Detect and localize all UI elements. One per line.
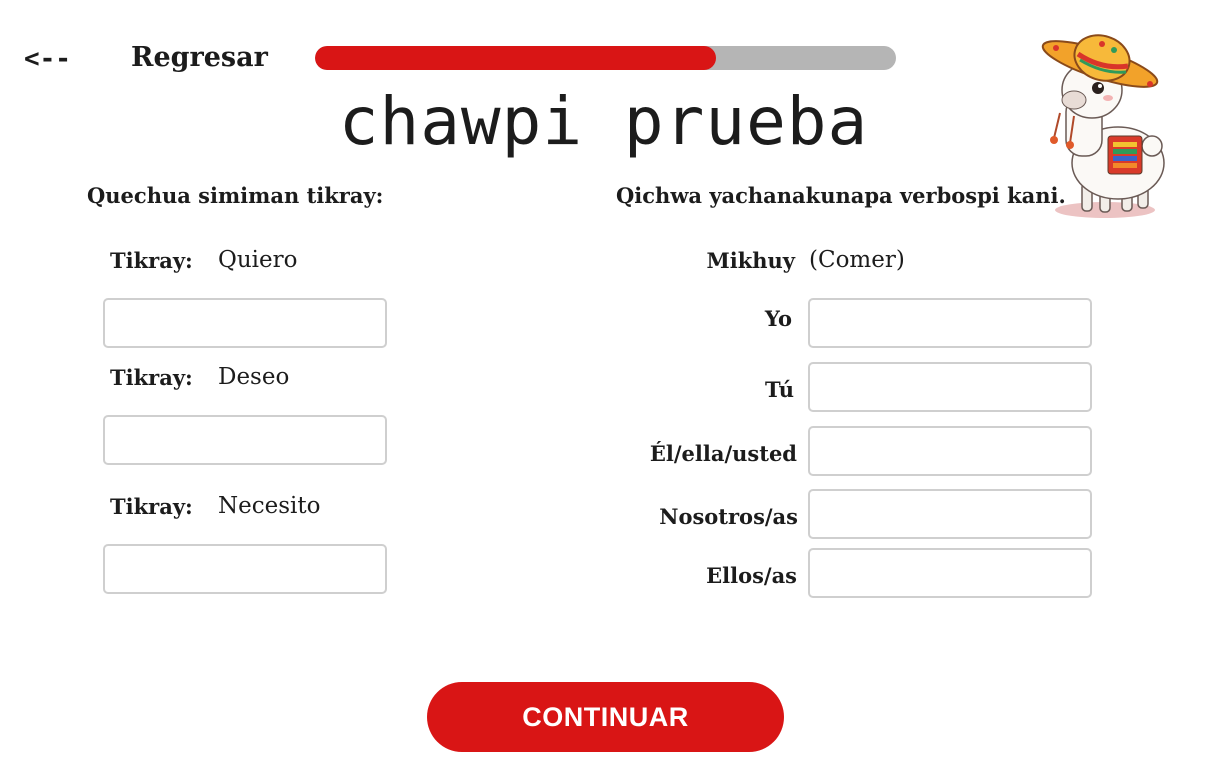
conjugation-input-tu[interactable] bbox=[808, 362, 1092, 412]
translate-label: Tikray: bbox=[110, 365, 193, 390]
right-section-heading: Qichwa yachanakunapa verbospi kani. bbox=[616, 183, 1066, 208]
translate-word: Quiero bbox=[218, 247, 298, 273]
continue-button[interactable]: CONTINUAR bbox=[427, 682, 784, 752]
progress-bar bbox=[315, 46, 896, 70]
translate-label: Tikray: bbox=[110, 248, 193, 273]
translation-input[interactable] bbox=[103, 544, 387, 594]
page-title: chawpi prueba bbox=[338, 83, 869, 160]
translate-word: Deseo bbox=[218, 364, 290, 390]
conjugation-input-yo[interactable] bbox=[808, 298, 1092, 348]
conjugation-input-el-ella-usted[interactable] bbox=[808, 426, 1092, 476]
conjugation-input-ellos[interactable] bbox=[808, 548, 1092, 598]
progress-bar-fill bbox=[315, 46, 716, 70]
translate-word: Necesito bbox=[218, 493, 321, 519]
back-arrow-icon[interactable]: <-- bbox=[24, 44, 71, 74]
verb-label: Mikhuy bbox=[706, 248, 795, 273]
left-section-heading: Quechua simiman tikray: bbox=[87, 183, 384, 208]
translation-input[interactable] bbox=[103, 298, 387, 348]
conjugation-input-nosotros[interactable] bbox=[808, 489, 1092, 539]
back-button[interactable]: Regresar bbox=[131, 42, 268, 73]
translate-label: Tikray: bbox=[110, 494, 193, 519]
pronoun-label-el-ella-usted: Él/ella/usted bbox=[649, 441, 797, 466]
pronoun-label-tu: Tú bbox=[765, 377, 794, 402]
pronoun-label-nosotros: Nosotros/as bbox=[659, 504, 798, 529]
translation-input[interactable] bbox=[103, 415, 387, 465]
verb-gloss: (Comer) bbox=[809, 247, 905, 273]
pronoun-label-ellos: Ellos/as bbox=[706, 563, 797, 588]
pronoun-label-yo: Yo bbox=[764, 306, 792, 331]
